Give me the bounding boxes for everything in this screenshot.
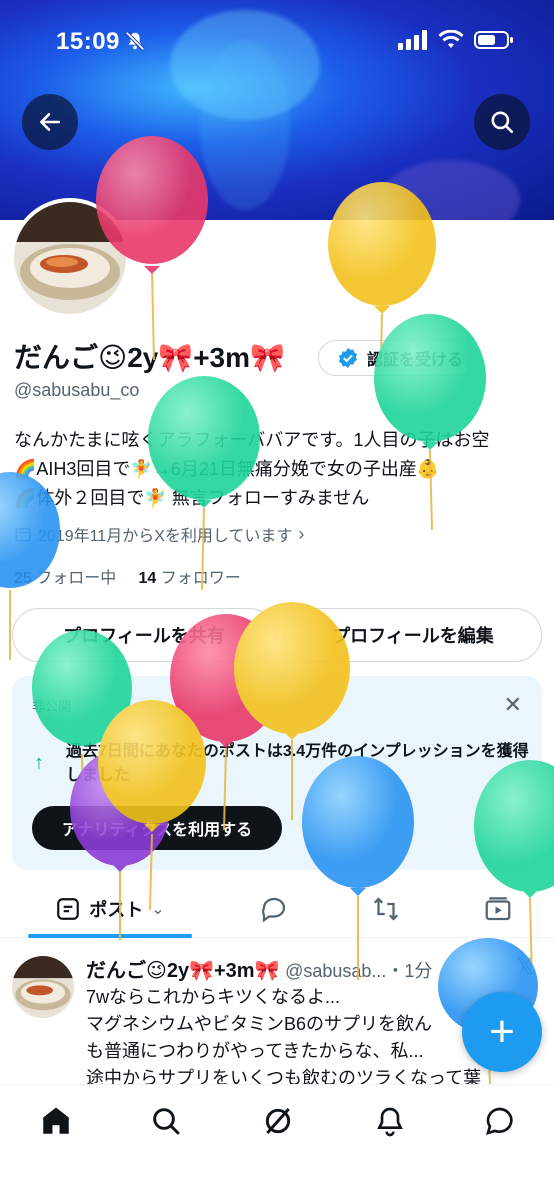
plus-icon: +	[489, 1007, 515, 1056]
video-icon	[485, 897, 511, 921]
analytics-button[interactable]: アナリティクスを利用する	[32, 806, 282, 850]
battery-icon	[474, 31, 513, 49]
profile-bio: なんかたまに呟くアラフォーババアです。1人目の子はお空 🌈AIH3回目で🧚→6月…	[14, 426, 544, 513]
nav-search[interactable]	[146, 1101, 186, 1141]
bio-line: 🌈AIH3回目で🧚→6月21日無痛分娩で女の子出産👶	[14, 459, 440, 479]
repost-icon	[373, 897, 399, 921]
chevron-right-icon: ›	[298, 523, 305, 544]
compose-button[interactable]: +	[462, 992, 542, 1072]
following-count: 25	[14, 570, 32, 587]
nav-home[interactable]	[36, 1101, 76, 1141]
nav-notifications[interactable]	[370, 1101, 410, 1141]
chevron-down-icon: ⌄	[151, 901, 165, 918]
avatar-food-image	[14, 202, 126, 314]
search-button[interactable]	[474, 94, 530, 150]
tweet-time: ・1分	[386, 961, 433, 981]
back-button[interactable]	[22, 94, 78, 150]
follow-stats: 25 フォロー中 14 フォロワー	[14, 564, 241, 588]
verified-badge-icon	[338, 347, 358, 369]
profile-handle: @sabusabu_co	[14, 380, 140, 400]
following-link[interactable]: 25 フォロー中	[14, 570, 116, 587]
profile-tabs: ポスト ⌄	[0, 880, 554, 938]
tweet-line: も普通につわりがやってきたからな、私...	[86, 1041, 424, 1061]
joined-label: 2019年11月からXを利用しています	[38, 528, 293, 545]
wifi-icon	[438, 30, 464, 48]
tweet-handle: @sabusab...	[285, 961, 387, 981]
arrow-up-icon: ↑	[34, 752, 44, 774]
tab-replies[interactable]	[244, 880, 304, 938]
arrow-left-icon	[40, 113, 60, 131]
private-label: 非公開	[32, 699, 72, 714]
x-logo-icon[interactable]: 𝕏	[516, 954, 534, 980]
share-profile-button[interactable]: プロフィールを共有	[12, 608, 276, 662]
analytics-card: 非公開 ✕ ↑ 過去7日間にあなたのポストは3.4万件のインプレッションを獲得し…	[12, 676, 542, 870]
tab-posts-label: ポスト	[89, 900, 144, 920]
tweet-header: だんご😉2y🎀+3m🎀 @sabusab...・1分	[86, 954, 432, 983]
tweet-author-name: だんご😉2y🎀+3m🎀	[86, 960, 280, 982]
tab-posts[interactable]: ポスト ⌄	[28, 880, 192, 938]
profile-name: だんご😉2y🎀+3m🎀	[14, 342, 285, 373]
followers-count: 14	[138, 570, 157, 587]
following-label: フォロー中	[36, 570, 117, 587]
tab-reposts[interactable]	[356, 880, 416, 938]
joined-date[interactable]: 2019年11月からXを利用しています ›	[14, 522, 304, 546]
reply-icon	[262, 897, 286, 923]
nav-messages[interactable]	[480, 1101, 520, 1141]
calendar-icon	[15, 528, 31, 542]
bell-muted-icon	[125, 31, 145, 51]
tab-videos[interactable]	[468, 880, 528, 938]
bio-line: なんかたまに呟くアラフォーババアです。1人目の子はお空	[14, 430, 490, 450]
followers-label: フォロワー	[160, 570, 241, 587]
bottom-nav	[0, 1084, 554, 1200]
verify-label: 認証を受ける	[367, 352, 464, 369]
chat-bubble-icon	[486, 1107, 513, 1135]
bio-line: 🌈体外２回目で🧚 無言フォローすみません	[14, 488, 370, 508]
tweet-line: 7wならこれからキツくなるよ...	[86, 987, 341, 1007]
close-icon[interactable]: ✕	[504, 692, 522, 718]
analytics-message: 過去7日間にあなたのポストは3.4万件のインプレッションを獲得しました	[66, 743, 529, 784]
followers-link[interactable]: 14 フォロワー	[139, 570, 241, 587]
tweet-line: マグネシウムやビタミンB6のサプリを飲ん	[86, 1014, 433, 1034]
status-bar: 15:09	[0, 0, 554, 80]
home-icon	[43, 1107, 69, 1134]
search-icon	[153, 1108, 180, 1135]
nav-grok[interactable]	[258, 1101, 298, 1141]
signal-icon	[398, 30, 427, 50]
tweet-body: 7wならこれからキツくなるよ... マグネシウムやビタミンB6のサプリを飲ん も…	[86, 984, 526, 1092]
bell-icon	[377, 1107, 403, 1137]
grok-icon	[265, 1108, 291, 1134]
avatar-food-image	[12, 956, 74, 1018]
edit-profile-button[interactable]: プロフィールを編集	[284, 608, 542, 662]
profile-avatar[interactable]	[10, 198, 130, 318]
posts-icon	[57, 898, 80, 920]
status-time: 15:09	[56, 28, 120, 55]
tweet-avatar[interactable]	[12, 956, 74, 1018]
verify-button[interactable]: 認証を受ける	[318, 340, 478, 376]
search-icon	[491, 111, 514, 134]
